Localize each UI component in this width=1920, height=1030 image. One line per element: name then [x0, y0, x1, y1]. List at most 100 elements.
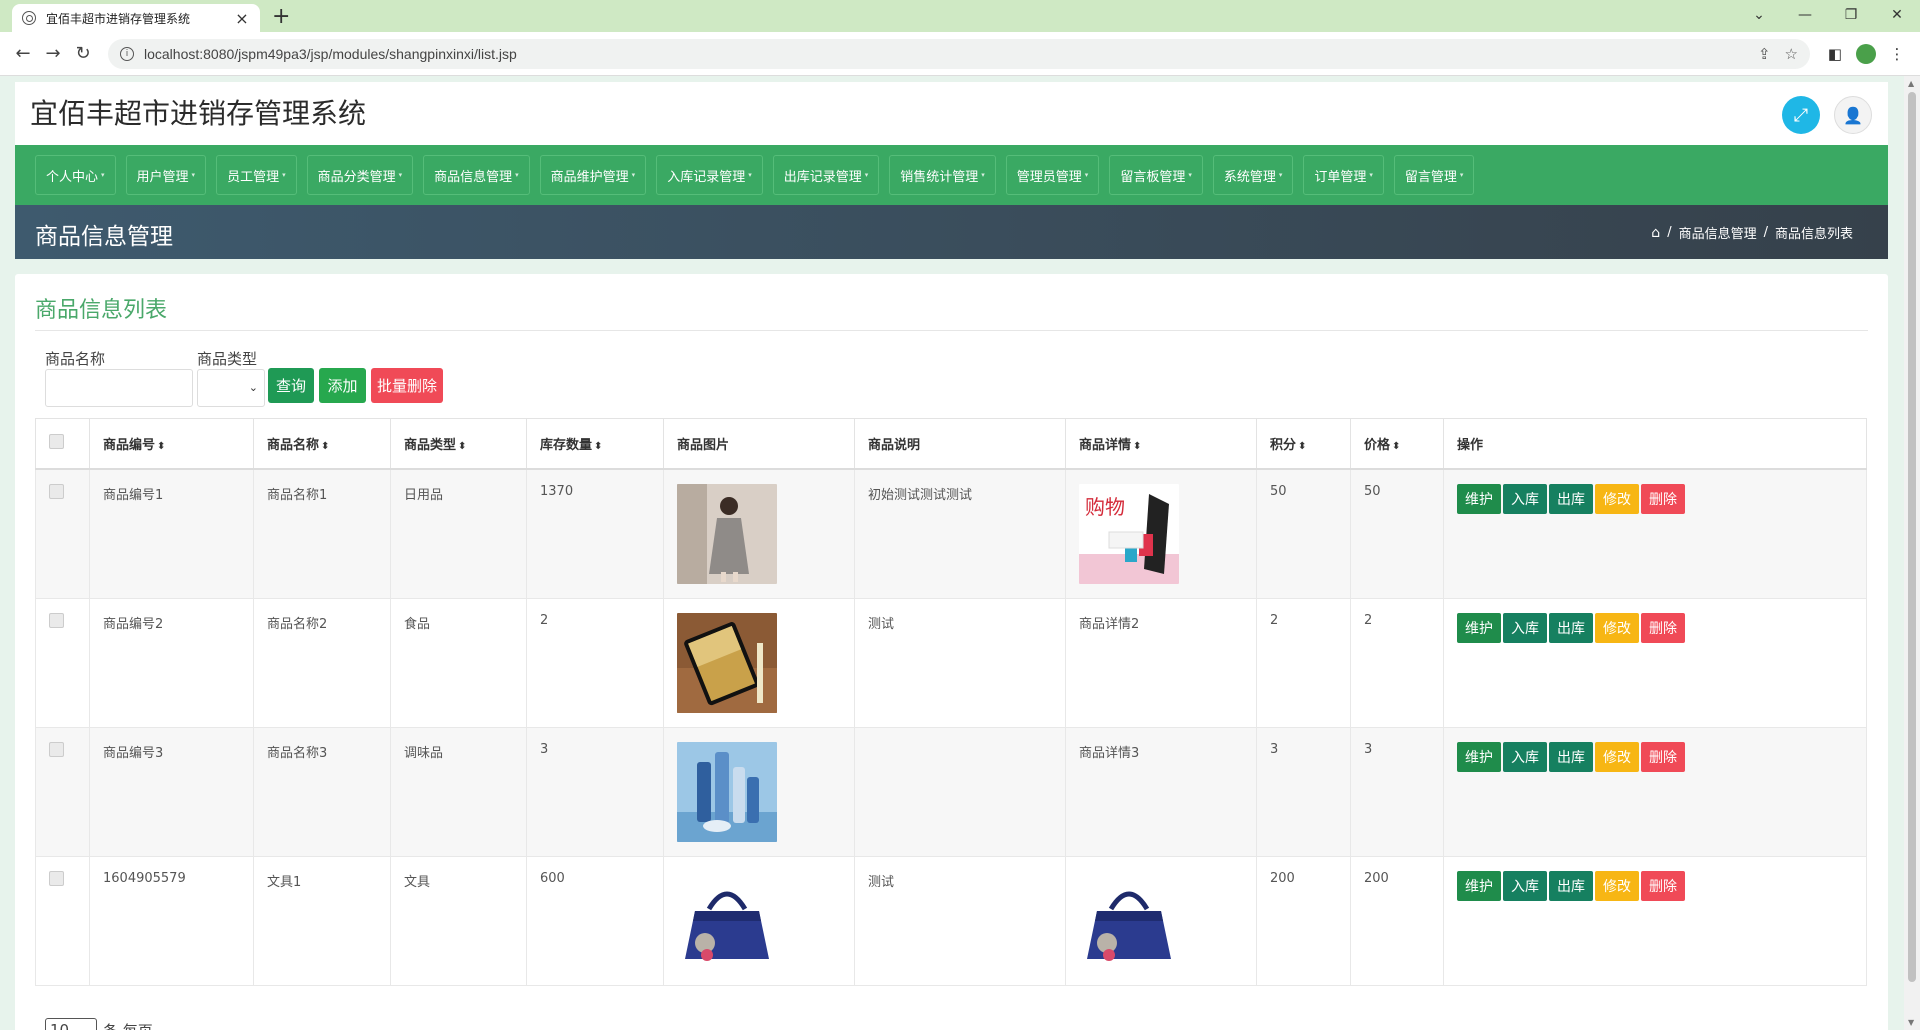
forward-icon[interactable]: →	[38, 39, 68, 69]
name-filter-label: 商品名称	[45, 350, 106, 368]
table-row: 商品编号1 商品名称1 日用品 1370 初始测试测试测试 购物 50 50 维护 入库 出库 修改删…	[35, 468, 1867, 599]
detail-image: 购物	[1079, 483, 1243, 584]
maintain-button[interactable]: 维护	[1457, 870, 1501, 901]
edit-button[interactable]: 修改	[1595, 870, 1639, 901]
product-image	[677, 483, 841, 584]
nav-item[interactable]: 管理员管理 ▾	[1005, 155, 1100, 195]
maintain-button[interactable]: 维护	[1457, 483, 1501, 514]
stock-out-button[interactable]: 出库	[1549, 741, 1593, 772]
edit-button[interactable]: 修改	[1595, 741, 1639, 772]
delete-button[interactable]: 删除	[1641, 483, 1685, 514]
stock-in-button[interactable]: 入库	[1503, 483, 1547, 514]
minimize-icon[interactable]: —	[1782, 0, 1828, 30]
tab-search-icon[interactable]: ⌄	[1736, 0, 1782, 30]
cell-image	[663, 855, 855, 986]
cell-text: 50	[1270, 483, 1287, 499]
fullscreen-button[interactable]: ⤢	[1782, 96, 1820, 134]
cell-text: 1604905579	[103, 870, 186, 886]
page-size-select[interactable]: 10 ⌄	[45, 1018, 97, 1030]
col-code[interactable]: 商品编号 ⬍	[89, 418, 254, 470]
profile-avatar-icon[interactable]	[1856, 43, 1876, 64]
page-scrollbar[interactable]: ▲ ▼	[1904, 76, 1920, 1030]
nav-item[interactable]: 用户管理 ▾	[125, 155, 207, 195]
row-checkbox[interactable]	[49, 483, 64, 499]
home-icon[interactable]: ⌂	[1651, 225, 1660, 241]
product-image	[677, 741, 841, 842]
stock-in-button[interactable]: 入库	[1503, 612, 1547, 643]
nav-item[interactable]: 出库记录管理 ▾	[772, 155, 880, 195]
table-header-row: 商品编号 ⬍ 商品名称 ⬍ 商品类型 ⬍ 库存数量 ⬍ 商品图片 商品说明 商品详情 ⬍ …	[35, 418, 1867, 470]
select-all-checkbox[interactable]	[49, 433, 64, 449]
nav-item[interactable]: 入库记录管理 ▾	[656, 155, 763, 195]
type-filter-select[interactable]: ⌄	[197, 369, 265, 407]
cell-text: 商品名称2	[267, 616, 328, 632]
url-field[interactable]: i localhost:8080/jspm49pa3/jsp/modules/s…	[108, 38, 1810, 69]
row-checkbox[interactable]	[49, 870, 64, 886]
cell-image	[663, 726, 855, 857]
cell-code: 商品编号1	[89, 468, 254, 599]
scrollbar-thumb[interactable]	[1908, 92, 1916, 982]
col-name[interactable]: 商品名称 ⬍	[253, 418, 391, 470]
nav-item[interactable]: 销售统计管理 ▾	[889, 155, 996, 195]
bookmark-star-icon[interactable]: ☆	[1785, 45, 1798, 63]
browser-tab[interactable]: 宜佰丰超市进销存管理系统 ×	[12, 4, 260, 32]
stock-out-button[interactable]: 出库	[1549, 612, 1593, 643]
nav-item-label: 留言管理	[1404, 169, 1457, 185]
col-type[interactable]: 商品类型 ⬍	[390, 418, 527, 470]
nav-item[interactable]: 商品维护管理 ▾	[539, 155, 647, 195]
scroll-down-icon[interactable]: ▼	[1908, 1018, 1914, 1027]
per-page-label: 条 每页	[103, 1020, 153, 1030]
search-button[interactable]: 查询	[268, 368, 314, 403]
batch-delete-button[interactable]: 批量删除	[371, 368, 443, 403]
close-window-icon[interactable]: ✕	[1874, 0, 1920, 30]
nav-item[interactable]: 留言板管理 ▾	[1109, 155, 1203, 195]
nav-item[interactable]: 系统管理 ▾	[1212, 155, 1294, 195]
edit-button[interactable]: 修改	[1595, 612, 1639, 643]
cell-text: 商品编号3	[103, 745, 164, 761]
col-points[interactable]: 积分 ⬍	[1256, 418, 1351, 470]
row-checkbox[interactable]	[49, 741, 64, 757]
tab-close-icon[interactable]: ×	[234, 9, 250, 28]
col-detail[interactable]: 商品详情 ⬍	[1065, 418, 1257, 470]
caret-down-icon: ▾	[631, 171, 636, 179]
nav-item[interactable]: 员工管理 ▾	[216, 155, 297, 195]
browser-menu-icon[interactable]: ⋮	[1882, 39, 1912, 69]
col-label: 商品类型	[404, 437, 457, 453]
nav-item[interactable]: 个人中心 ▾	[35, 155, 116, 195]
new-tab-icon[interactable]: +	[272, 6, 290, 28]
restore-icon[interactable]: ❐	[1828, 0, 1874, 30]
breadcrumb-item[interactable]: 商品信息管理	[1679, 223, 1757, 242]
back-icon[interactable]: ←	[8, 39, 38, 69]
maintain-button[interactable]: 维护	[1457, 612, 1501, 643]
delete-button[interactable]: 删除	[1641, 741, 1685, 772]
cell-text: 2	[1364, 612, 1373, 628]
col-stock[interactable]: 库存数量 ⬍	[526, 418, 664, 470]
reload-icon[interactable]: ↻	[68, 39, 98, 69]
site-info-icon[interactable]: i	[120, 46, 134, 61]
edit-button[interactable]: 修改	[1595, 483, 1639, 514]
side-panel-icon[interactable]: ◧	[1820, 39, 1850, 69]
nav-item[interactable]: 订单管理 ▾	[1303, 155, 1384, 195]
row-checkbox[interactable]	[49, 612, 64, 628]
col-price[interactable]: 价格 ⬍	[1350, 418, 1444, 470]
delete-button[interactable]: 删除	[1641, 870, 1685, 901]
caret-down-icon: ▾	[1278, 171, 1283, 179]
stock-out-button[interactable]: 出库	[1549, 870, 1593, 901]
name-filter-input[interactable]	[45, 369, 193, 407]
add-button[interactable]: 添加	[319, 368, 366, 403]
caret-down-icon: ▾	[748, 171, 752, 179]
site-header: 宜佰丰超市进销存管理系统 ⤢ 👤	[15, 82, 1888, 148]
user-menu-button[interactable]: 👤	[1834, 96, 1872, 134]
stock-out-button[interactable]: 出库	[1549, 483, 1593, 514]
stock-in-button[interactable]: 入库	[1503, 870, 1547, 901]
share-icon[interactable]: ⇪	[1758, 45, 1771, 63]
stock-in-button[interactable]: 入库	[1503, 741, 1547, 772]
nav-item[interactable]: 留言管理 ▾	[1393, 155, 1475, 195]
nav-item[interactable]: 商品分类管理 ▾	[306, 155, 414, 195]
nav-item[interactable]: 商品信息管理 ▾	[423, 155, 530, 195]
cell-price: 2	[1350, 597, 1444, 728]
delete-button[interactable]: 删除	[1641, 612, 1685, 643]
maintain-button[interactable]: 维护	[1457, 741, 1501, 772]
scroll-up-icon[interactable]: ▲	[1908, 79, 1914, 88]
nav-item-label: 个人中心	[46, 169, 99, 185]
